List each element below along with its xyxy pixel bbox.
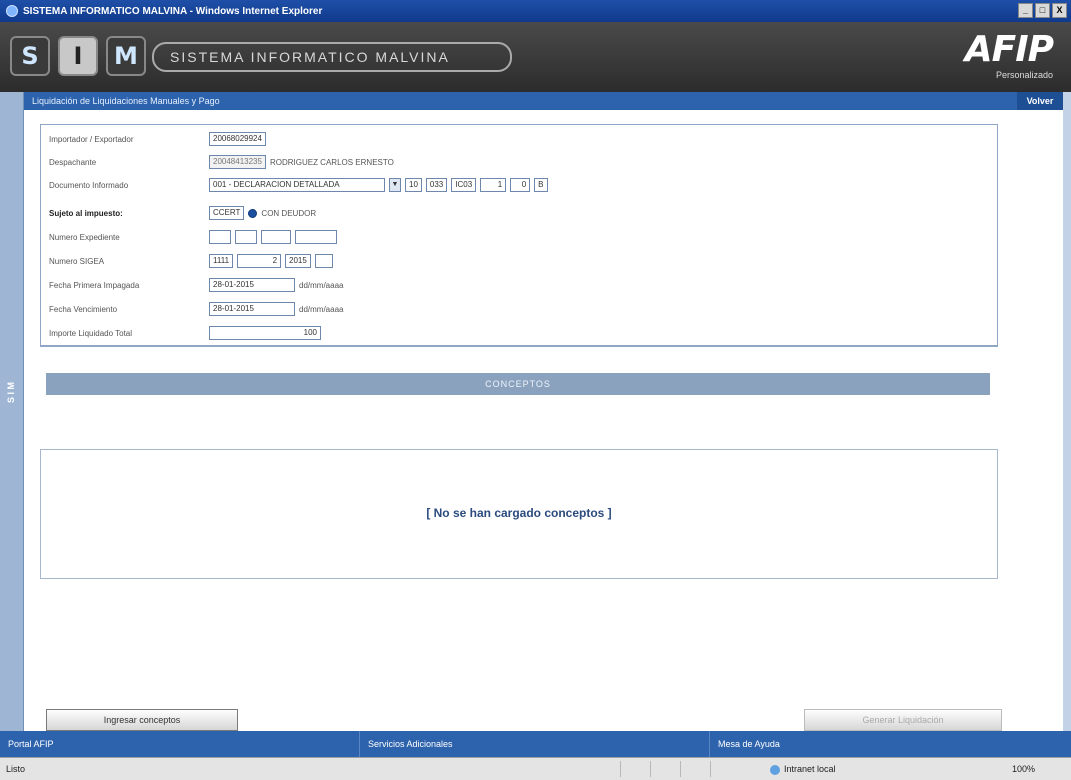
status-cell [650, 761, 678, 777]
row-numero-sigea: Numero SIGEA 1111 2 2015 [49, 253, 337, 269]
numero-sigea-label: Numero SIGEA [49, 256, 105, 266]
row-fecha-venc: Fecha Vencimiento 28-01-2015 dd/mm/aaaa [49, 301, 349, 317]
despachante-name: RODRIGUEZ CARLOS ERNESTO [269, 157, 394, 167]
documento-letter-field[interactable]: B [534, 178, 548, 192]
fecha-primer-label: Fecha Primera Impagada [49, 280, 140, 290]
afip-logo-subtitle: Personalizado [995, 70, 1053, 80]
footer-link-mesa[interactable]: Mesa de Ayuda [710, 731, 1071, 757]
despachante-field: 20048413235 [209, 155, 266, 169]
concepts-header: CONCEPTOS [46, 373, 990, 395]
status-cell [710, 761, 738, 777]
row-fecha-primer: Fecha Primera Impagada 28-01-2015 dd/mm/… [49, 277, 349, 293]
sujeto-radio-label: CON DEUDOR [261, 208, 317, 218]
expediente-field-1[interactable] [209, 230, 231, 244]
ie-icon [6, 5, 18, 17]
despachante-label: Despachante [49, 157, 97, 167]
numero-expediente-label: Numero Expediente [49, 232, 120, 242]
security-zone-label: Intranet local [784, 764, 836, 774]
right-edge [1063, 92, 1071, 740]
sigea-field-c[interactable]: 2015 [285, 254, 311, 268]
left-sidebar: S I M [0, 92, 24, 740]
window-title: SISTEMA INFORMATICO MALVINA - Windows In… [23, 5, 323, 17]
footer-bar: Portal AFIP Servicios Adicionales Mesa d… [0, 731, 1071, 757]
zoom-level[interactable]: 100% [1012, 762, 1035, 777]
window-titlebar: SISTEMA INFORMATICO MALVINA - Windows In… [0, 0, 1071, 22]
row-documento: Documento Informado 001 - DECLARACION DE… [49, 177, 552, 193]
sujeto-field[interactable]: CCERT [209, 206, 245, 220]
breadcrumb-text: Liquidación de Liquidaciones Manuales y … [32, 96, 220, 106]
browser-statusbar: Listo Intranet local 100% [0, 757, 1071, 780]
app-banner: S I M SISTEMA INFORMATICO MALVINA AFIP P… [0, 22, 1071, 92]
chevron-down-icon[interactable]: ▼ [389, 178, 401, 192]
row-sujeto: Sujeto al impuesto: CCERT CON DEUDOR [49, 205, 322, 221]
sigea-field-a[interactable]: 1111 [209, 254, 234, 268]
sidebar-vertical-label: S I M [6, 382, 16, 404]
fecha-primer-field[interactable]: 28-01-2015 [209, 278, 295, 292]
logo-letter-m: M [106, 36, 146, 76]
footer-link-portal[interactable]: Portal AFIP [0, 731, 360, 757]
importe-label: Importe Liquidado Total [49, 328, 133, 338]
logo-letter-i: I [58, 36, 98, 76]
row-importe: Importe Liquidado Total 100 [49, 325, 325, 341]
form-panel: Importador / Exportador 20068029924 Desp… [40, 124, 998, 346]
row-importador: Importador / Exportador 20068029924 [49, 131, 270, 147]
empty-concepts-message: [ No se han cargado conceptos ] [426, 506, 612, 520]
expediente-field-2[interactable] [235, 230, 257, 244]
window-controls: _ □ X [1018, 3, 1067, 18]
globe-icon [770, 764, 780, 775]
afip-logo-text: AFIP [964, 29, 1054, 70]
importe-field[interactable]: 100 [209, 326, 321, 340]
documento-year-field[interactable]: 10 [405, 178, 422, 192]
logo-letter-s: S [10, 36, 50, 76]
sigea-field-d[interactable] [314, 254, 333, 268]
afip-logo: AFIP Personalizado [933, 29, 1054, 86]
breadcrumb: Liquidación de Liquidaciones Manuales y … [24, 92, 1063, 110]
importador-label: Importador / Exportador [49, 134, 134, 144]
expediente-field-3[interactable] [261, 230, 291, 244]
close-button[interactable]: X [1052, 3, 1067, 18]
form-separator [40, 346, 998, 347]
maximize-button[interactable]: □ [1035, 3, 1050, 18]
back-button[interactable]: Volver [1017, 92, 1063, 110]
importador-field[interactable]: 20068029924 [209, 132, 266, 146]
fecha-venc-hint: dd/mm/aaaa [299, 304, 344, 314]
documento-code-field[interactable]: IC03 [451, 178, 477, 192]
row-despachante: Despachante 20048413235 RODRIGUEZ CARLOS… [49, 154, 400, 170]
sigea-field-b[interactable]: 2 [237, 254, 282, 268]
minimize-button[interactable]: _ [1018, 3, 1033, 18]
system-name: SISTEMA INFORMATICO MALVINA [152, 42, 512, 72]
footer-link-servicios[interactable]: Servicios Adicionales [360, 731, 710, 757]
documento-number-field[interactable]: 1 [480, 178, 507, 192]
security-zone: Intranet local [770, 762, 836, 777]
fecha-venc-label: Fecha Vencimiento [49, 304, 118, 314]
status-text: Listo [6, 764, 26, 774]
fecha-venc-field[interactable]: 28-01-2015 [209, 302, 295, 316]
concepts-list: [ No se han cargado conceptos ] [40, 449, 998, 579]
sujeto-radio[interactable] [248, 208, 258, 218]
documento-label: Documento Informado [49, 180, 129, 190]
status-cell [620, 761, 648, 777]
documento-aduana-field[interactable]: 033 [425, 178, 448, 192]
expediente-field-4[interactable] [295, 230, 337, 244]
fecha-primer-hint: dd/mm/aaaa [299, 280, 344, 290]
row-numero-expediente: Numero Expediente [49, 229, 341, 245]
sujeto-label: Sujeto al impuesto: [49, 208, 123, 218]
ingresar-conceptos-button[interactable]: Ingresar conceptos [46, 709, 238, 731]
documento-type-select[interactable]: 001 - DECLARACION DETALLADA [209, 178, 385, 192]
status-cell [680, 761, 708, 777]
generar-liquidacion-button[interactable]: Generar Liquidación [804, 709, 1002, 731]
documento-digit-field[interactable]: 0 [510, 178, 531, 192]
